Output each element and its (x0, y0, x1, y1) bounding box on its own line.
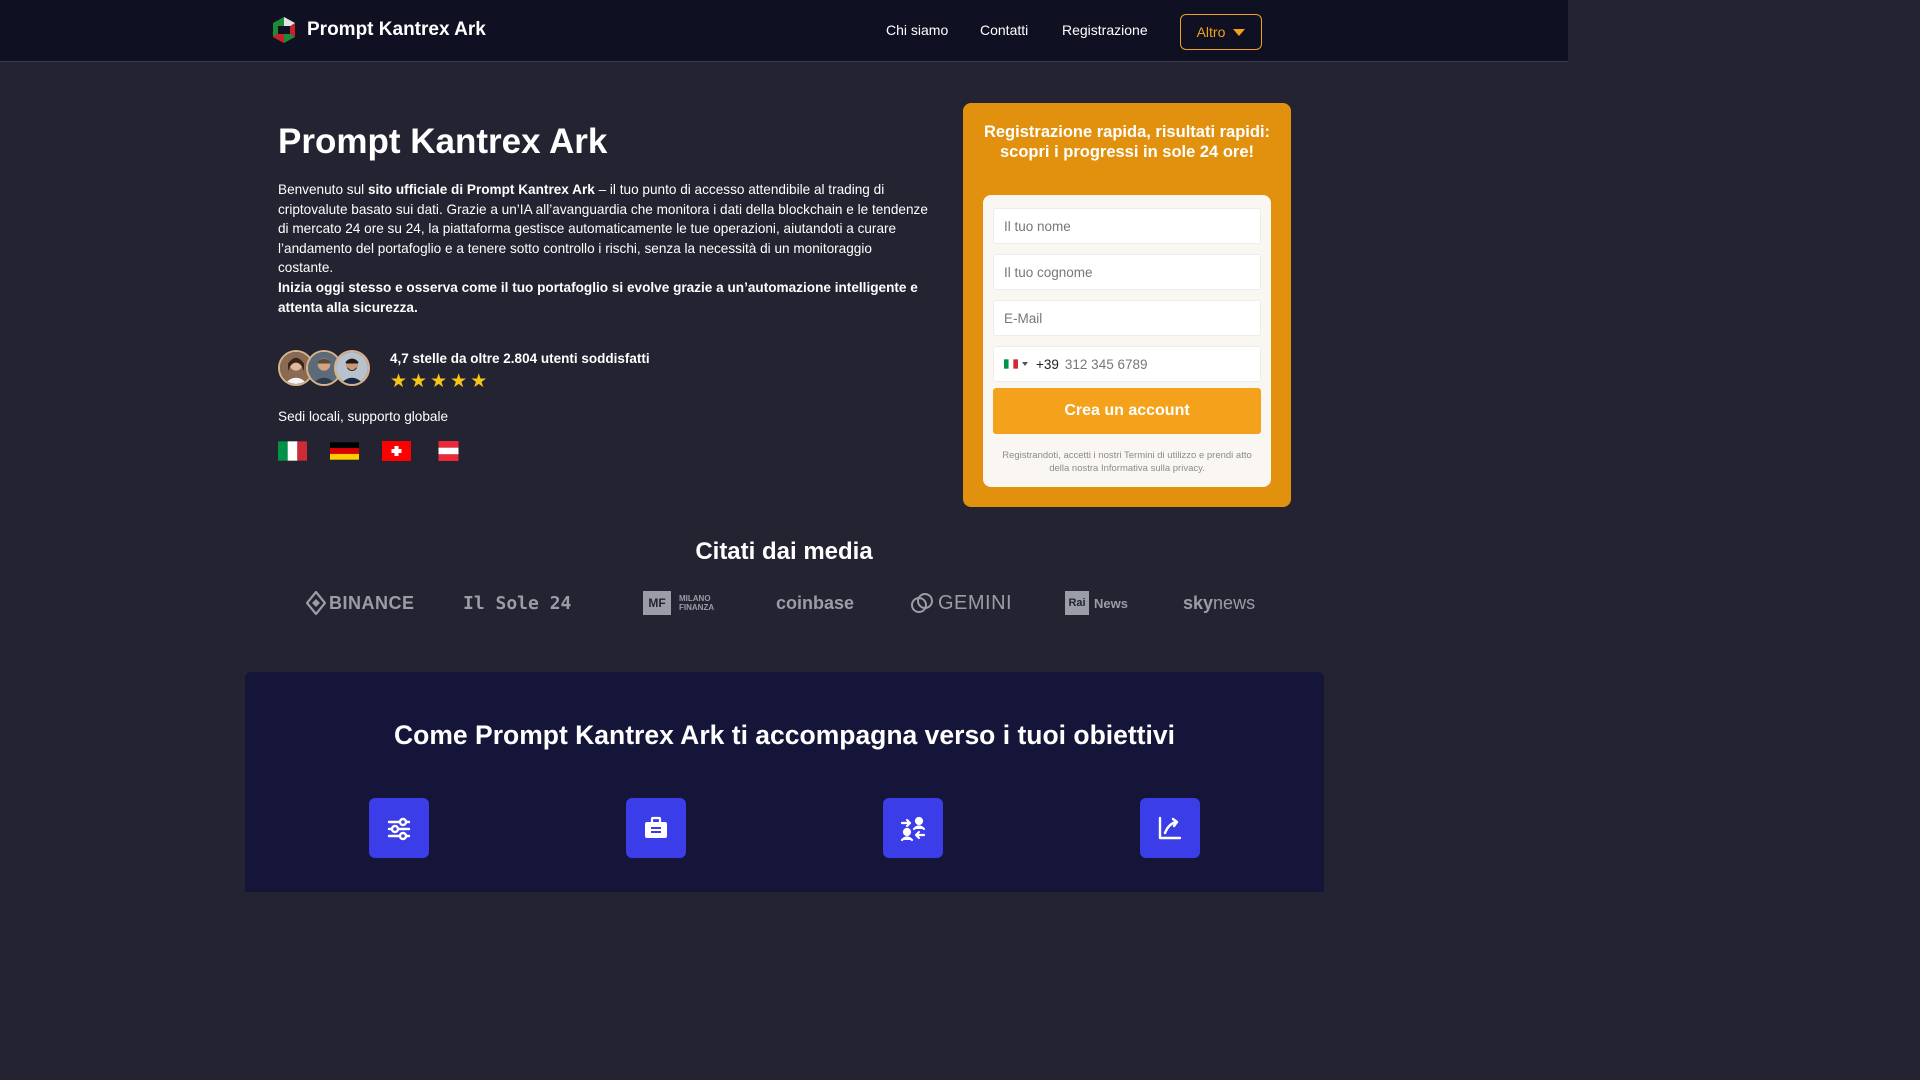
phone-country-code: +39 (1036, 356, 1059, 372)
user-avatars (278, 350, 370, 386)
terms-disclaimer: Registrandoti, accetti i nostri Termini … (1002, 450, 1252, 474)
more-dropdown-label: Altro (1196, 24, 1226, 40)
mf-line-1: MILANO (679, 594, 711, 603)
mf-line-2: FINANZA (679, 603, 715, 612)
coinbase-logo: coinbase (776, 592, 855, 613)
italy-flag-icon[interactable] (1004, 359, 1018, 369)
austria-flag-icon (438, 441, 459, 461)
milano-finanza-logo: MF MILANO FINANZA (643, 588, 714, 618)
briefcase-icon (626, 798, 686, 858)
last-name-input[interactable]: Il tuo cognome (993, 254, 1261, 290)
objectives-title: Come Prompt Kantrex Ark ti accompagna ve… (394, 720, 1175, 750)
locations-label: Sedi locali, supporto globale (278, 409, 449, 424)
country-select-caret-icon[interactable] (1022, 362, 1028, 366)
phone-placeholder: 312 345 6789 (1064, 356, 1148, 372)
binance-diamond-icon (306, 591, 326, 615)
hero-cta-text: Inizia oggi stesso e osserva come il tuo… (278, 279, 918, 315)
brand-link[interactable]: Prompt Kantrex Ark (270, 16, 486, 44)
sky-text: sky (1183, 592, 1214, 613)
create-account-button[interactable]: Crea un account (993, 388, 1261, 434)
news-text: news (1213, 592, 1256, 613)
sky-news-logo: sky news (1183, 588, 1255, 618)
nav-link-registrazione[interactable]: Registrazione (1062, 22, 1148, 38)
rating-block: 4,7 stelle da oltre 2.804 utenti soddisf… (278, 350, 650, 391)
hero-intro-start: Benvenuto sul (278, 182, 368, 197)
phone-input[interactable]: +39 312 345 6789 (993, 346, 1261, 382)
exchange-icon (883, 798, 943, 858)
nav-link-contatti[interactable]: Contatti (980, 22, 1028, 38)
caret-down-icon (1233, 28, 1246, 36)
rai-news-text: News (1094, 595, 1128, 611)
gemini-mark-icon (911, 593, 933, 613)
hero-intro-bold: sito ufficiale di Prompt Kantrex Ark (367, 182, 595, 197)
star-icon: ★ (390, 371, 408, 392)
germany-flag-icon (330, 442, 359, 460)
binance-logo: BINANCE (306, 588, 415, 618)
brand-logo-icon (273, 17, 295, 43)
gemini-logo: GEMINI (910, 588, 1012, 618)
switzerland-flag-icon (382, 441, 411, 461)
star-icon: ★ (410, 371, 428, 392)
rating-stars: ★ ★ ★ ★ ★ (390, 372, 650, 391)
top-navbar: Prompt Kantrex Ark Chi siamo Contatti Re… (0, 0, 1568, 62)
hero-title: Prompt Kantrex Ark (278, 122, 608, 161)
first-name-input[interactable]: Il tuo nome (993, 208, 1261, 244)
more-dropdown-button[interactable]: Altro (1180, 14, 1262, 50)
gemini-logo-text: GEMINI (938, 591, 1013, 614)
star-icon: ★ (470, 371, 488, 392)
email-input[interactable]: E-Mail (993, 300, 1261, 336)
il-sole-24-logo: Il Sole 24 (463, 592, 572, 614)
nav-link-chi-siamo[interactable]: Chi siamo (886, 22, 948, 38)
media-section-title: Citati dai media (695, 538, 873, 565)
registration-form: Il tuo nome Il tuo cognome E-Mail +39 31… (983, 195, 1271, 487)
star-icon: ★ (430, 371, 448, 392)
avatar (334, 350, 370, 386)
sliders-icon (369, 798, 429, 858)
binance-logo-text: BINANCE (329, 592, 415, 613)
hero-description: Benvenuto sul sito ufficiale di Prompt K… (278, 180, 928, 317)
mf-box: MF (643, 591, 671, 615)
brand-name: Prompt Kantrex Ark (307, 19, 486, 40)
country-flags (278, 441, 463, 461)
form-title: Registrazione rapida, risultati rapidi: … (983, 123, 1271, 161)
registration-card: Registrazione rapida, risultati rapidi: … (963, 103, 1291, 507)
objectives-section: Come Prompt Kantrex Ark ti accompagna ve… (245, 672, 1324, 892)
rai-news-logo: Rai News (1065, 588, 1128, 618)
italy-flag-icon (278, 441, 307, 461)
star-icon: ★ (450, 371, 468, 392)
rating-text: 4,7 stelle da oltre 2.804 utenti soddisf… (390, 351, 650, 366)
rai-box: Rai (1065, 591, 1089, 615)
chart-growth-icon (1140, 798, 1200, 858)
